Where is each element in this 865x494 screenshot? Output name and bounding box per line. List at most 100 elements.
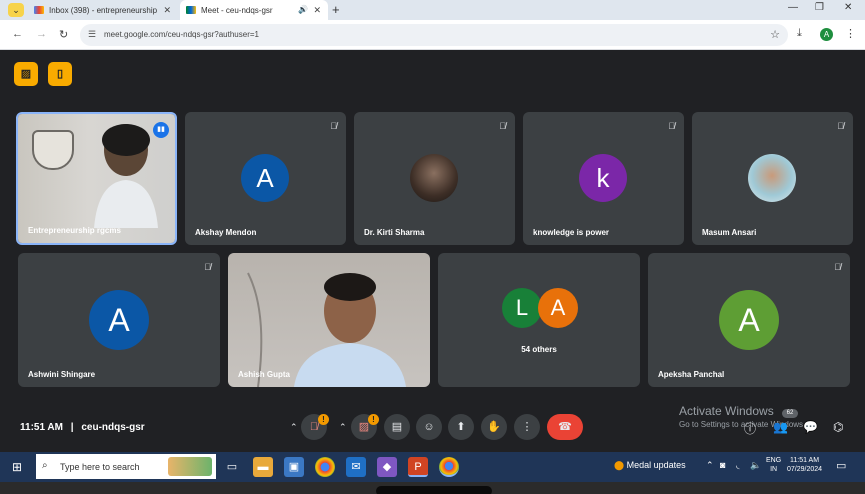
participant-name: knowledge is power — [533, 228, 610, 237]
chrome-active-icon[interactable] — [439, 457, 459, 477]
taskbar-clock[interactable]: 11:51 AM 07/29/2024 — [787, 456, 822, 474]
participant-avatar: A — [241, 154, 289, 202]
mail-icon[interactable]: ✉ — [346, 457, 366, 477]
browser-toolbar: ← → ↻ ☰ meet.google.com/ceu-ndqs-gsr?aut… — [0, 20, 865, 50]
tab-label: Inbox (398) - entrepreneurship — [49, 5, 158, 15]
url-text[interactable]: meet.google.com/ceu-ndqs-gsr?authuser=1 — [104, 30, 259, 39]
clock-time: 11:51 AM — [789, 457, 820, 464]
camera-options-chevron-icon[interactable]: ⌃ — [339, 414, 347, 440]
activities-icon[interactable]: ⌬ — [833, 420, 843, 434]
chrome-icon[interactable] — [315, 457, 335, 477]
camera-tray-icon[interactable]: ◙ — [720, 460, 725, 470]
person-silhouette — [94, 124, 158, 228]
participant-name: Dr. Kirti Sharma — [364, 228, 425, 237]
participant-video — [228, 253, 430, 387]
mic-off-icon: 🎙̸ — [834, 262, 841, 272]
leave-call-button[interactable]: ☎ — [547, 414, 583, 440]
notification-icon[interactable]: ▭ — [836, 459, 846, 472]
activate-windows-title: Activate Windows — [679, 404, 774, 418]
more-options-button[interactable]: ⋮ — [514, 414, 540, 440]
tab-meet[interactable]: Meet - ceu-ndqs-gsr 🔊 ✕ — [180, 0, 328, 20]
meeting-code: ceu-ndqs-gsr — [81, 422, 145, 433]
people-icon[interactable]: 👥 — [773, 420, 788, 434]
others-tile[interactable]: L A 54 others — [438, 253, 640, 387]
participant-name: Masum Ansari — [702, 228, 757, 237]
reactions-button[interactable]: ☺ — [416, 414, 442, 440]
participant-name: Apeksha Panchal — [658, 370, 725, 379]
participant-tile[interactable]: 🎙̸ A Akshay Mendon — [185, 112, 346, 245]
clock-date: 07/29/2024 — [787, 466, 823, 473]
desktop-pill — [376, 486, 492, 494]
lang-top: ENG — [766, 457, 782, 464]
gmail-icon — [34, 6, 44, 14]
present-icon: ⬆ — [456, 421, 466, 433]
file-explorer-icon[interactable]: ▬ — [253, 457, 273, 477]
site-info-icon[interactable]: ☰ — [88, 29, 96, 40]
participant-tile[interactable]: 🎙̸ A Apeksha Panchal — [648, 253, 850, 387]
reload-icon[interactable]: ↻ — [59, 28, 68, 41]
participant-name: Ashish Gupta — [238, 370, 291, 379]
more-vert-icon: ⋮ — [521, 421, 533, 433]
chat-icon[interactable]: 💬 — [803, 420, 818, 434]
camera-off-icon[interactable]: ▨ — [14, 62, 38, 86]
crest-logo — [32, 130, 74, 170]
meeting-time: 11:51 AM — [20, 422, 63, 433]
windows-taskbar: ⊞ ⌕ Type here to search ▭ ▬ ▣ ✉ ◆ P ⬤ Me… — [0, 452, 865, 482]
onenote-icon[interactable]: ◆ — [377, 457, 397, 477]
wifi-icon[interactable]: ◟ — [736, 460, 740, 471]
download-icon[interactable]: ⤓ — [797, 27, 802, 40]
participant-tile[interactable]: 🎙̸ Masum Ansari — [692, 112, 853, 245]
mic-off-icon: 🎙̸ — [837, 121, 844, 131]
camera-off-icon: ▨ — [358, 421, 370, 433]
volume-icon[interactable]: 🔈 — [750, 460, 761, 471]
mic-off-icon: 🎙̸ — [330, 121, 337, 131]
task-view-icon[interactable]: ▭ — [222, 457, 242, 477]
meeting-info: 11:51 AM | ceu-ndqs-gsr — [20, 422, 145, 433]
participant-tile[interactable]: 🎙̸ A Ashwini Shingare — [18, 253, 220, 387]
taskbar-search[interactable]: ⌕ Type here to search — [36, 454, 216, 479]
door-icon[interactable]: ▯ — [48, 62, 72, 86]
window-close-icon[interactable]: ✕ — [844, 2, 852, 13]
captions-icon: ▤ — [391, 421, 403, 433]
participant-tile[interactable]: 🎙̸ Dr. Kirti Sharma — [354, 112, 515, 245]
mic-off-icon: 🎙̸ — [309, 421, 319, 433]
address-bar[interactable]: ☰ meet.google.com/ceu-ndqs-gsr?authuser=… — [80, 24, 788, 46]
back-icon[interactable]: ← — [12, 28, 23, 40]
participant-name: Ashwini Shingare — [28, 370, 96, 379]
forward-icon[interactable]: → — [36, 28, 47, 40]
close-icon[interactable]: ✕ — [313, 5, 321, 16]
store-icon[interactable]: ▣ — [284, 457, 304, 477]
participant-avatar: A — [89, 290, 149, 350]
news-widget[interactable]: ⬤ Medal updates — [614, 460, 686, 471]
restore-icon[interactable]: ❐ — [815, 2, 824, 13]
close-icon[interactable]: ✕ — [163, 5, 171, 16]
present-button[interactable]: ⬆ — [448, 414, 474, 440]
browser-menu-icon[interactable]: ⋮ — [845, 27, 856, 40]
participant-tile[interactable]: ▮▮ Entrepreneurship rgcms — [16, 112, 177, 245]
speaker-icon[interactable]: 🔊 — [298, 5, 308, 14]
new-tab-button[interactable]: + — [332, 2, 340, 17]
mic-alert-badge: ! — [318, 414, 329, 425]
participant-tile[interactable]: 🎙̸ k knowledge is power — [523, 112, 684, 245]
profile-avatar[interactable]: A — [820, 28, 833, 41]
participant-photo — [410, 154, 458, 202]
tab-gmail-inbox[interactable]: Inbox (398) - entrepreneurship ✕ — [28, 0, 178, 20]
bookmark-star-icon[interactable]: ☆ — [770, 28, 780, 41]
windows-start-icon[interactable]: ⊞ — [12, 460, 22, 474]
captions-button[interactable]: ▤ — [384, 414, 410, 440]
tab-search-chevron-icon[interactable]: ⌄ — [8, 3, 24, 17]
emoji-icon: ☺ — [423, 421, 435, 433]
mic-options-chevron-icon[interactable]: ⌃ — [290, 414, 298, 440]
news-label: Medal updates — [626, 460, 686, 470]
participant-photo — [748, 154, 796, 202]
participant-video — [18, 114, 175, 243]
info-icon[interactable]: ⓘ — [744, 420, 756, 437]
powerpoint-icon[interactable]: P — [408, 457, 428, 477]
others-count: 54 others — [521, 345, 557, 354]
language-indicator[interactable]: ENG IN — [766, 456, 781, 474]
raise-hand-button[interactable]: ✋ — [481, 414, 507, 440]
minimize-icon[interactable]: — — [788, 2, 798, 13]
participant-tile[interactable]: Ashish Gupta — [228, 253, 430, 387]
tray-chevron-icon[interactable]: ⌃ — [706, 460, 714, 471]
hand-icon: ✋ — [487, 421, 501, 433]
